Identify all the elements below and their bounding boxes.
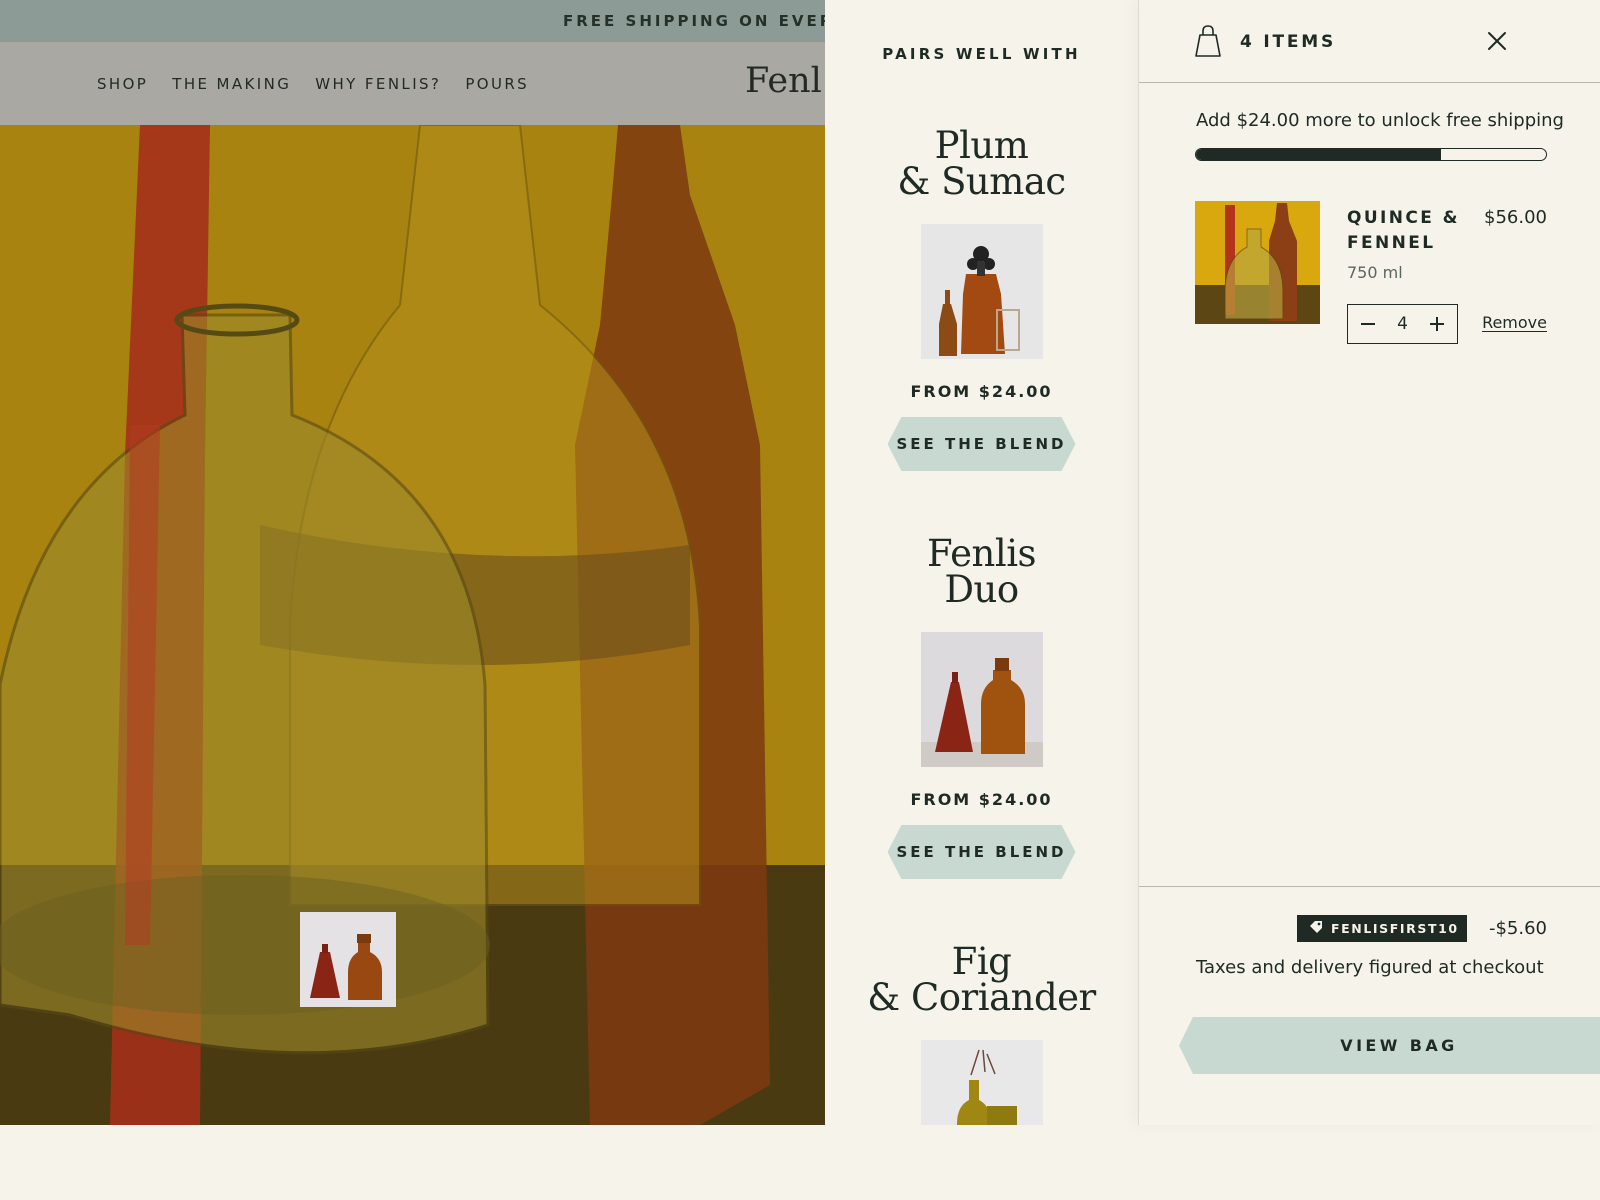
quantity-input[interactable] [1387, 314, 1418, 334]
tag-icon [1309, 920, 1323, 937]
cart-header: 4 ITEMS [1139, 0, 1600, 83]
cart-footer: FENLISFIRST10 -$5.60 Taxes and delivery … [1139, 886, 1600, 1125]
recommendation-card: Fenlis Duo FROM $24.00 SEE THE BLEND [825, 532, 1138, 879]
recommendation-image[interactable] [920, 632, 1043, 767]
progress-fill [1196, 149, 1441, 160]
plus-icon[interactable] [1427, 314, 1447, 334]
pairs-title: PAIRS WELL WITH [882, 45, 1081, 63]
free-shipping-progress [1195, 148, 1547, 161]
discount-code: FENLISFIRST10 [1331, 921, 1459, 936]
discount-amount: -$5.60 [1488, 918, 1547, 939]
hero-product-image [0, 125, 825, 1125]
thumbnail-3[interactable] [300, 912, 608, 1007]
recommendation-image[interactable] [920, 1040, 1043, 1125]
nav-pours[interactable]: POURS [465, 75, 529, 93]
nav-shop[interactable]: SHOP [97, 75, 148, 93]
see-the-blend-button[interactable]: SEE THE BLEND [887, 417, 1076, 471]
recommendation-name-line: Duo [944, 568, 1019, 611]
recommendation-price: FROM $24.00 [910, 382, 1053, 401]
recommendation-name-line: Plum [934, 124, 1029, 167]
line-item-image[interactable] [1195, 201, 1320, 324]
thumbnail-2[interactable] [300, 912, 502, 1007]
background-page: FREE SHIPPING ON EVERY O SHOP THE MAKING… [0, 0, 825, 1125]
line-item-title[interactable]: QUINCE & FENNEL [1347, 206, 1472, 256]
recommendation-card: Fig & Coriander [825, 940, 1138, 1125]
minus-icon[interactable] [1358, 314, 1378, 334]
line-item-variant: 750 ml [1347, 263, 1403, 282]
view-bag-button[interactable]: VIEW BAG [1179, 1017, 1600, 1074]
recommendation-name-line: Fig [951, 940, 1012, 983]
recommendation-name[interactable]: Fenlis Duo [926, 532, 1037, 611]
recommendation-name-line: Fenlis [926, 532, 1037, 575]
cart-items-count: 4 ITEMS [1240, 32, 1337, 52]
see-the-blend-button[interactable]: SEE THE BLEND [887, 825, 1076, 879]
pairs-well-with-panel: PAIRS WELL WITH Plum & Sumac FROM $24.00… [825, 0, 1138, 1125]
line-item-price: $56.00 [1484, 207, 1547, 228]
close-icon[interactable] [1484, 28, 1510, 54]
recommendation-card: Plum & Sumac FROM $24.00 SEE THE BLEND [825, 124, 1138, 471]
free-shipping-message: Add $24.00 more to unlock free shipping [1196, 110, 1564, 131]
shopping-bag-icon [1195, 24, 1221, 62]
announcement-bar: FREE SHIPPING ON EVERY O [0, 0, 825, 42]
tax-note: Taxes and delivery figured at checkout [1196, 957, 1544, 978]
recommendation-name-line: & Sumac [897, 160, 1066, 203]
cart-drawer: 4 ITEMS Add $24.00 more to unlock free s… [1138, 0, 1600, 1125]
nav-why-fenlis[interactable]: WHY FENLIS? [315, 75, 441, 93]
site-header: SHOP THE MAKING WHY FENLIS? POURS Fenl [0, 42, 825, 125]
recommendation-name[interactable]: Fig & Coriander [867, 940, 1096, 1019]
recommendation-name-line: & Coriander [867, 976, 1096, 1019]
site-logo[interactable]: Fenl [745, 61, 822, 101]
nav-the-making[interactable]: THE MAKING [172, 75, 291, 93]
recommendation-name[interactable]: Plum & Sumac [897, 124, 1066, 203]
remove-link[interactable]: Remove [1481, 313, 1547, 332]
discount-badge: FENLISFIRST10 [1297, 915, 1467, 942]
recommendation-price: FROM $24.00 [910, 790, 1053, 809]
quantity-stepper [1347, 304, 1458, 344]
main-nav: SHOP THE MAKING WHY FENLIS? POURS [97, 42, 529, 125]
thumbnail-strip [300, 912, 608, 1007]
recommendation-image[interactable] [920, 224, 1043, 359]
